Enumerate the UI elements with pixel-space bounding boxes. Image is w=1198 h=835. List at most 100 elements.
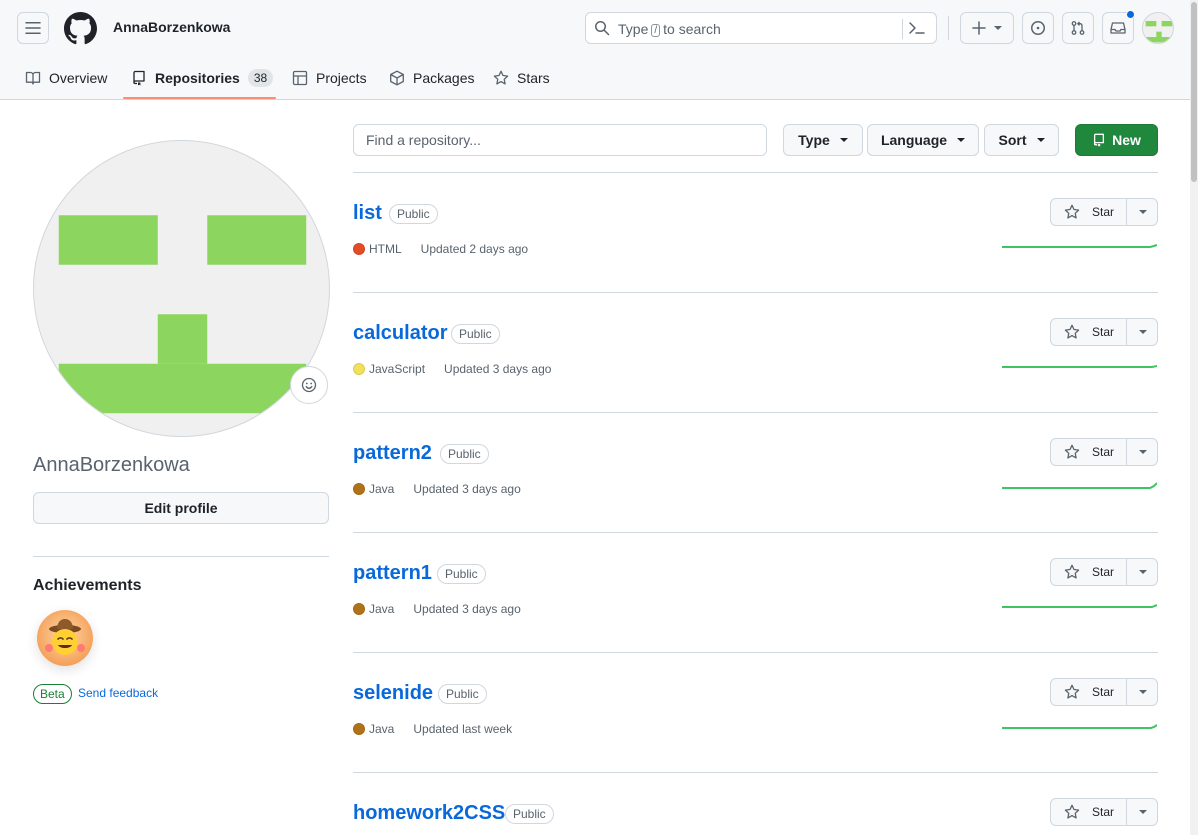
achievement-badge[interactable] (37, 610, 93, 666)
repo-visibility-badge: Public (505, 804, 554, 824)
caret-down-icon (839, 138, 848, 142)
repo-meta: Java Updated 3 days ago (353, 602, 521, 616)
user-avatar[interactable] (1142, 12, 1174, 44)
star-list-dropdown[interactable] (1127, 799, 1158, 825)
tab-repositories-label: Repositories (155, 70, 240, 86)
caret-down-icon (1138, 570, 1147, 574)
type-filter-label: Type (798, 132, 830, 148)
language-color-dot (353, 483, 365, 495)
send-feedback-link[interactable]: Send feedback (78, 686, 158, 700)
star-button-group: Star (1050, 798, 1158, 826)
caret-down-icon (994, 26, 1002, 30)
repo-meta: Java Updated last week (353, 722, 512, 736)
global-menu-button[interactable] (17, 12, 49, 44)
issues-button[interactable] (1022, 12, 1054, 44)
repo-language: Java (369, 602, 395, 616)
star-button-group: Star (1050, 678, 1158, 706)
star-list-dropdown[interactable] (1127, 439, 1158, 465)
scrollbar-thumb[interactable] (1191, 2, 1197, 182)
search-placeholder-before: Type (618, 21, 649, 37)
repo-visibility-badge: Public (440, 444, 489, 464)
repo-name-link[interactable]: list (353, 202, 382, 225)
repo-list-item: list Public HTML Updated 2 days ago Star (353, 172, 1158, 292)
star-button[interactable]: Star (1051, 559, 1126, 585)
language-color-dot (353, 363, 365, 375)
star-icon (1064, 564, 1080, 579)
star-button[interactable]: Star (1051, 319, 1126, 345)
repo-icon (131, 70, 147, 86)
star-list-dropdown[interactable] (1127, 319, 1158, 345)
search-placeholder-after: to search (663, 21, 721, 37)
star-button[interactable]: Star (1051, 799, 1126, 825)
repo-meta: JavaScript Updated 3 days ago (353, 362, 551, 376)
star-button[interactable]: Star (1051, 679, 1126, 705)
github-logo-icon[interactable] (64, 12, 97, 45)
star-label: Star (1092, 685, 1115, 699)
repo-list-item: selenide Public Java Updated last week S… (353, 652, 1158, 772)
global-search-input[interactable]: Type / to search (585, 12, 937, 44)
tab-packages[interactable]: Packages (389, 56, 474, 100)
search-divider (902, 19, 903, 39)
smiley-icon (301, 377, 317, 393)
repo-updated: Updated last week (413, 722, 513, 736)
edit-profile-button[interactable]: Edit profile (33, 492, 329, 524)
tab-projects[interactable]: Projects (292, 56, 367, 100)
set-status-button[interactable] (290, 366, 328, 404)
tab-stars[interactable]: Stars (493, 56, 550, 100)
caret-down-icon (1138, 210, 1147, 214)
achievement-badge-icon (45, 619, 85, 655)
star-label: Star (1092, 805, 1115, 819)
star-label: Star (1092, 445, 1115, 459)
sort-filter-button[interactable]: Sort (984, 124, 1059, 156)
repo-meta: HTML Updated 2 days ago (353, 242, 528, 256)
star-icon (1064, 324, 1080, 339)
star-icon (493, 70, 509, 86)
repo-name-link[interactable]: pattern1 (353, 562, 432, 585)
star-button[interactable]: Star (1051, 439, 1126, 465)
pull-requests-button[interactable] (1062, 12, 1094, 44)
repo-list-item: pattern2 Public Java Updated 3 days ago … (353, 412, 1158, 532)
header-separator (948, 16, 949, 40)
star-list-dropdown[interactable] (1127, 199, 1158, 225)
profile-avatar[interactable] (33, 140, 330, 437)
header-top-row: AnnaBorzenkowa Type / to search (0, 0, 1190, 56)
language-filter-button[interactable]: Language (867, 124, 979, 156)
beta-label: Beta (33, 684, 72, 704)
repo-name-link[interactable]: selenide (353, 682, 433, 705)
tab-repositories[interactable]: Repositories 38 (131, 56, 274, 100)
new-repository-label: New (1112, 132, 1141, 148)
repo-updated: Updated 3 days ago (413, 482, 521, 496)
star-list-dropdown[interactable] (1127, 679, 1158, 705)
activity-sparkline (1002, 244, 1157, 248)
repo-name-link[interactable]: pattern2 (353, 442, 432, 465)
caret-down-icon (1138, 690, 1147, 694)
type-filter-button[interactable]: Type (783, 124, 863, 156)
new-repository-button[interactable]: New (1075, 124, 1158, 156)
notification-indicator (1126, 10, 1135, 19)
search-icon (595, 21, 610, 36)
repo-visibility-badge: Public (437, 564, 486, 584)
activity-sparkline (1002, 604, 1157, 608)
achievements-heading[interactable]: Achievements (33, 577, 142, 595)
repo-name-link[interactable]: calculator (353, 322, 447, 345)
identicon-avatar-small (1145, 21, 1173, 43)
repo-visibility-badge: Public (451, 324, 500, 344)
identicon-avatar-large (58, 215, 307, 414)
star-icon (1064, 804, 1080, 819)
star-list-dropdown[interactable] (1127, 559, 1158, 585)
repo-name-link[interactable]: homework2CSS (353, 802, 505, 825)
context-owner-link[interactable]: AnnaBorzenkowa (113, 19, 230, 35)
repo-icon (1094, 133, 1105, 147)
tab-overview[interactable]: Overview (25, 56, 107, 100)
plus-icon (972, 21, 986, 35)
command-palette-icon[interactable] (908, 20, 926, 36)
create-new-button[interactable] (960, 12, 1014, 44)
star-button-group: Star (1050, 558, 1158, 586)
star-button-group: Star (1050, 438, 1158, 466)
star-icon (1064, 204, 1080, 219)
find-repository-input[interactable] (353, 124, 767, 156)
inbox-icon (1110, 22, 1126, 34)
language-color-dot (353, 723, 365, 735)
star-button[interactable]: Star (1051, 199, 1126, 225)
language-filter-label: Language (880, 132, 948, 148)
